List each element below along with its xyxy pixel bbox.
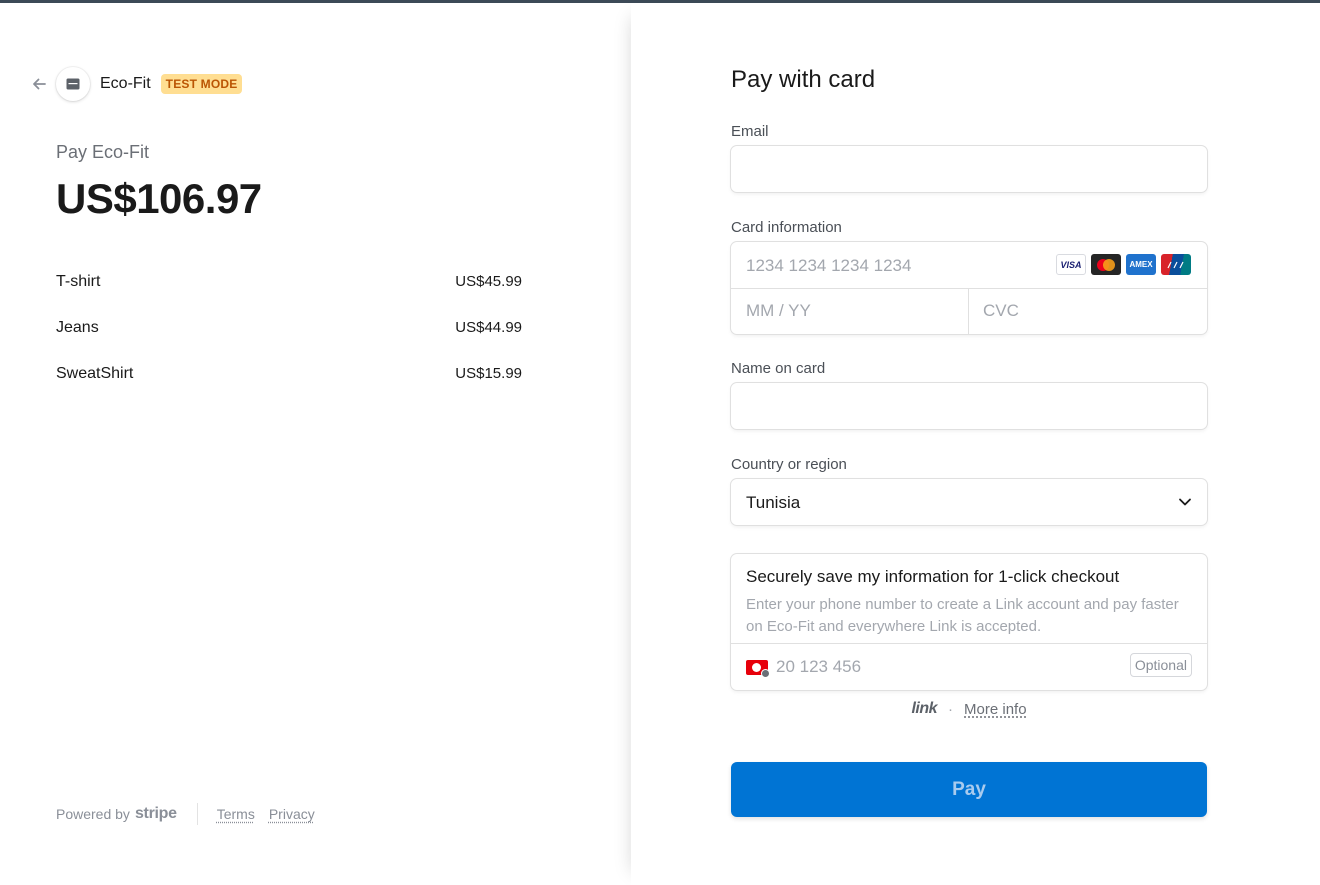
country-code-dropdown-icon[interactable] <box>761 669 770 678</box>
pay-button[interactable]: Pay <box>731 762 1207 817</box>
stripe-logo[interactable]: stripe <box>135 805 177 823</box>
footer-divider <box>196 803 198 825</box>
link-divider <box>731 643 1207 644</box>
card-info-group: 1234 1234 1234 1234 VISA AMEX MM / YY CV… <box>731 242 1207 334</box>
order-summary-panel: Eco-Fit TEST MODE Pay Eco-Fit US$106.97 … <box>0 3 631 885</box>
mastercard-icon <box>1091 254 1121 275</box>
footer: Powered by stripe Terms Privacy <box>56 803 329 825</box>
card-divider-vertical <box>968 288 969 334</box>
link-title: Securely save my information for 1-click… <box>746 567 1120 586</box>
email-field[interactable] <box>731 146 1207 192</box>
link-logo: link <box>911 700 938 717</box>
unionpay-icon <box>1161 254 1191 275</box>
item-price: US$15.99 <box>455 365 522 382</box>
merchant-header: Eco-Fit TEST MODE <box>30 67 243 101</box>
item-name: T-shirt <box>56 273 101 290</box>
link-description: Enter your phone number to create a Link… <box>746 596 1179 635</box>
pay-merchant-label: Pay Eco-Fit <box>56 142 150 162</box>
card-info-label: Card information <box>731 219 842 236</box>
country-select[interactable]: Tunisia <box>731 479 1207 525</box>
chevron-down-icon <box>1177 494 1193 515</box>
item-name: Jeans <box>56 319 99 336</box>
card-number-input[interactable]: 1234 1234 1234 1234 <box>746 256 911 276</box>
country-label: Country or region <box>731 456 847 473</box>
powered-by-label: Powered by <box>56 806 130 822</box>
payment-panel: Pay with card Email Card information 123… <box>631 3 1320 885</box>
card-brands: VISA AMEX <box>1056 254 1191 275</box>
line-item: T-shirt US$45.99 <box>56 273 522 319</box>
amex-icon: AMEX <box>1126 254 1156 275</box>
cvc-input[interactable]: CVC <box>983 301 1019 321</box>
phone-input[interactable]: 20 123 456 <box>776 657 861 677</box>
name-label: Name on card <box>731 360 826 377</box>
line-item: SweatShirt US$15.99 <box>56 365 522 411</box>
store-icon <box>56 67 90 101</box>
line-item: Jeans US$44.99 <box>56 319 522 365</box>
expiry-input[interactable]: MM / YY <box>746 301 811 321</box>
back-arrow-icon[interactable] <box>30 75 48 93</box>
line-items: T-shirt US$45.99 Jeans US$44.99 SweatShi… <box>56 273 522 411</box>
email-label: Email <box>731 123 769 140</box>
total-amount: US$106.97 <box>56 175 262 222</box>
visa-icon: VISA <box>1056 254 1086 275</box>
test-mode-badge: TEST MODE <box>160 74 243 94</box>
item-price: US$45.99 <box>455 273 522 290</box>
optional-badge: Optional <box>1129 653 1192 677</box>
link-save-box: Securely save my information for 1-click… <box>731 554 1207 690</box>
privacy-link[interactable]: Privacy <box>269 806 315 822</box>
card-divider <box>731 288 1207 289</box>
separator-dot: · <box>948 700 954 718</box>
terms-link[interactable]: Terms <box>217 806 255 822</box>
item-price: US$44.99 <box>455 319 522 336</box>
item-name: SweatShirt <box>56 365 134 382</box>
link-info-row: link · More info <box>731 700 1207 718</box>
more-info-link[interactable]: More info <box>964 701 1027 718</box>
merchant-name: Eco-Fit <box>100 75 151 92</box>
name-on-card-field[interactable] <box>731 383 1207 429</box>
form-title: Pay with card <box>731 66 876 93</box>
country-value: Tunisia <box>746 493 801 512</box>
